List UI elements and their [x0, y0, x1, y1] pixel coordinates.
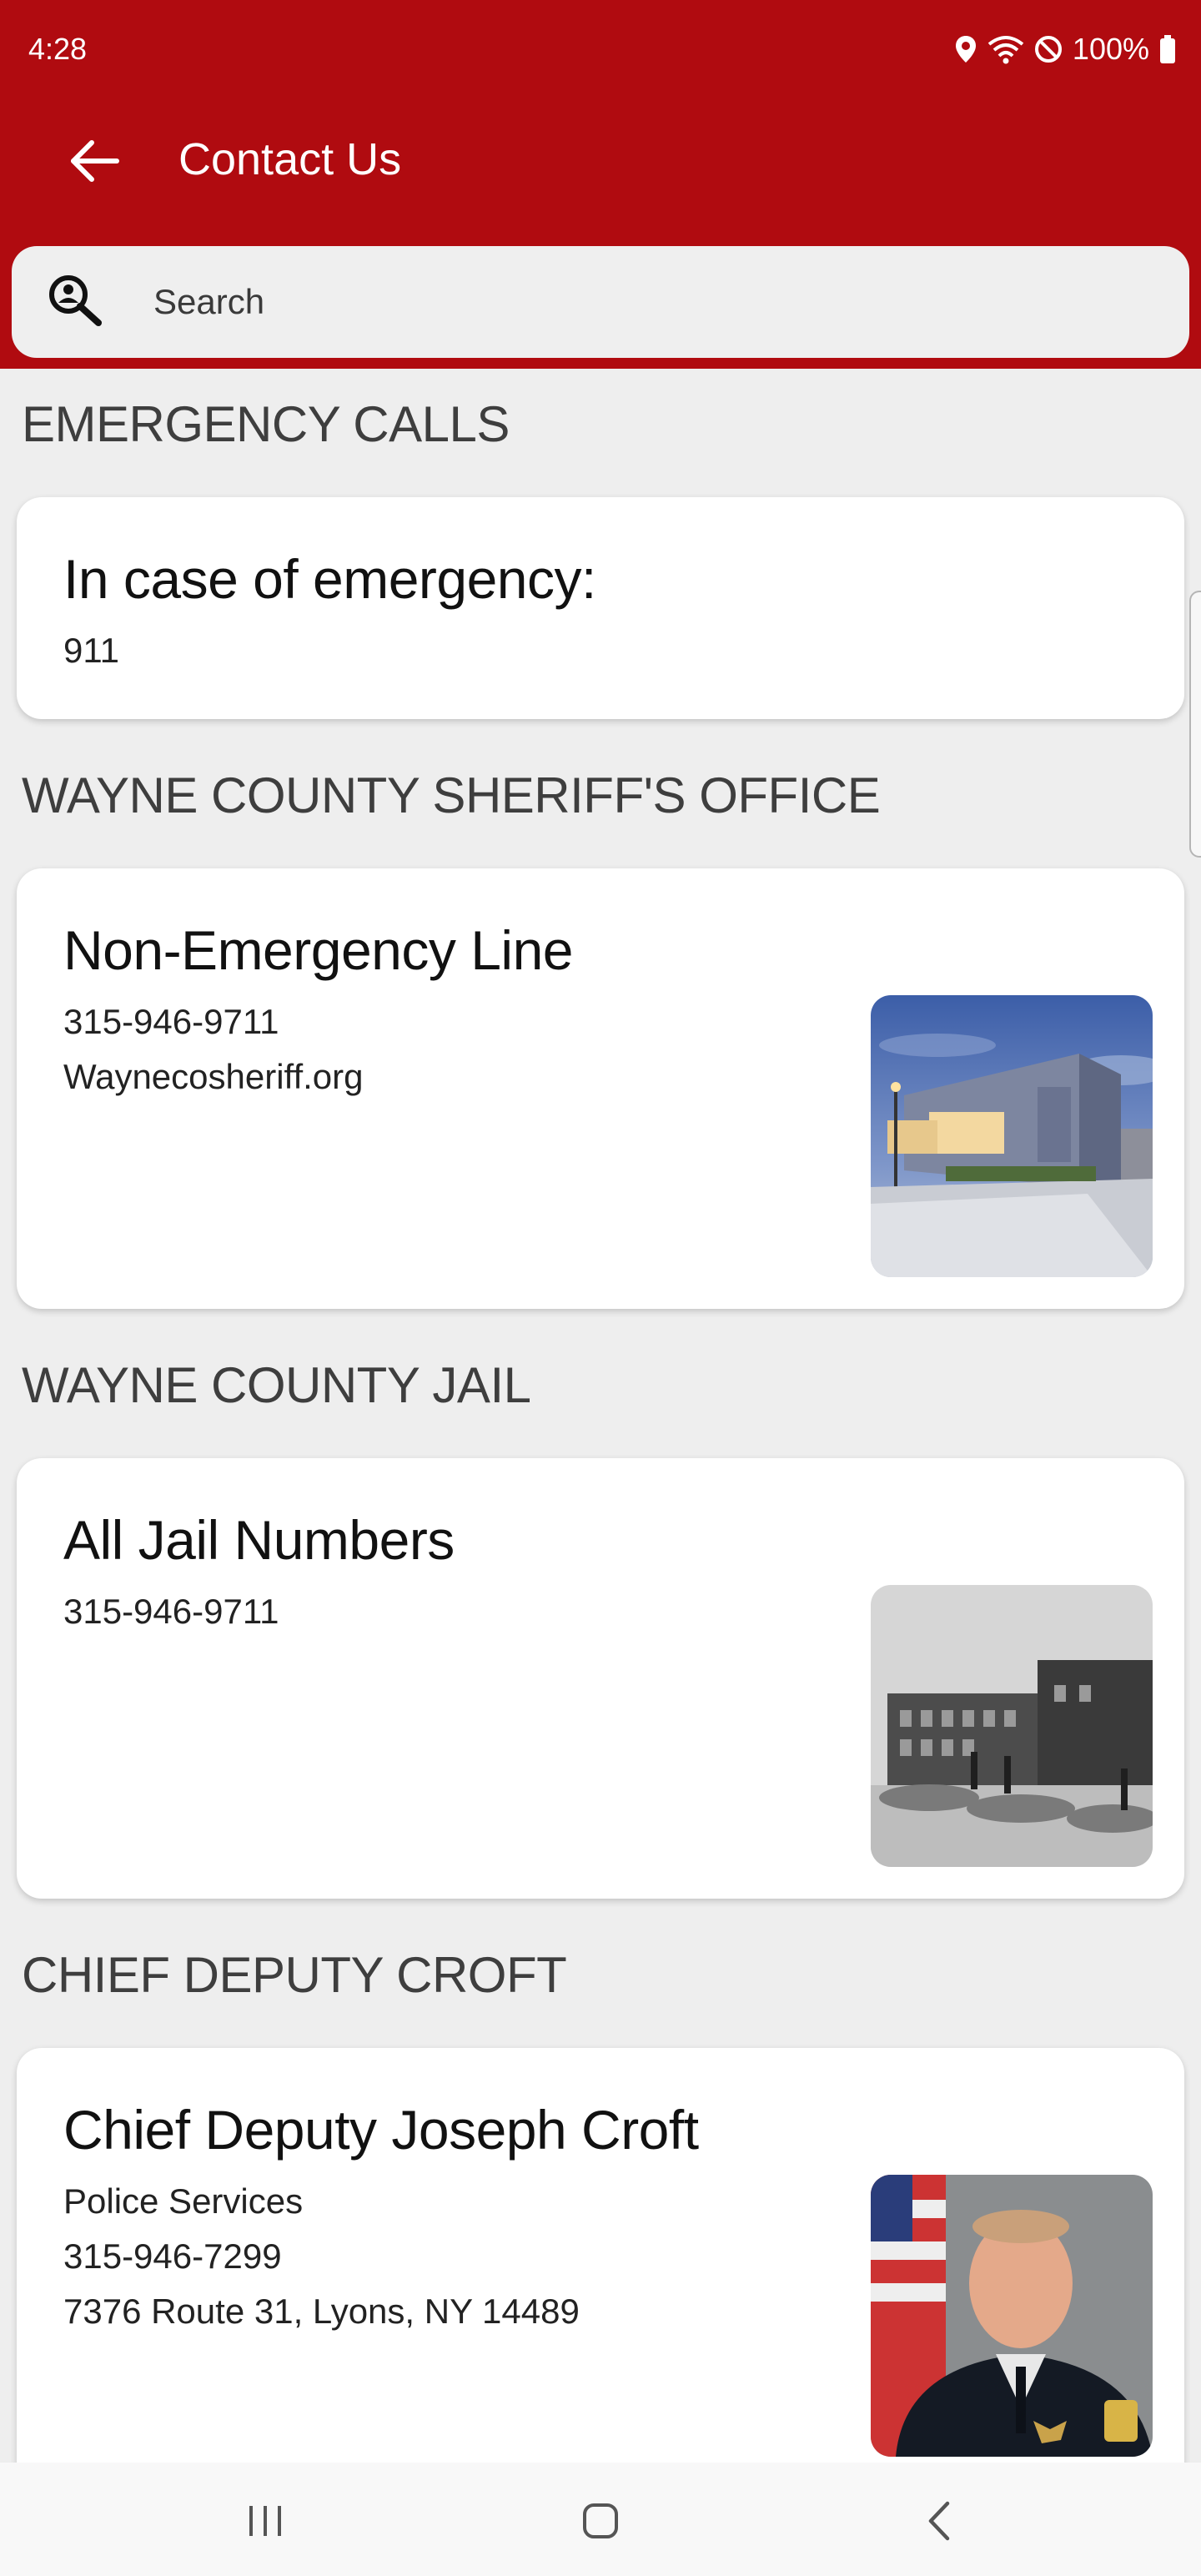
home-button[interactable] [567, 2496, 634, 2546]
search-person-icon [49, 275, 102, 326]
sheriff-office-building-photo [871, 995, 1153, 1277]
card-title: In case of emergency: [63, 548, 596, 610]
nav-back-button[interactable] [906, 2496, 972, 2546]
search-input[interactable] [153, 271, 1154, 333]
website-link[interactable]: Waynecosheriff.org [63, 1057, 364, 1097]
card-title: Non-Emergency Line [63, 919, 573, 981]
emergency-card[interactable]: In case of emergency: 911 [17, 497, 1184, 719]
phone-number[interactable]: 315-946-9711 [63, 1002, 279, 1042]
do-not-disturb-icon [1034, 36, 1062, 63]
arrow-left-icon [71, 140, 119, 182]
back-button[interactable] [57, 132, 132, 190]
phone-number[interactable]: 315-946-9711 [63, 1592, 279, 1632]
scroll-handle[interactable] [1189, 591, 1201, 858]
section-title-sheriff-office: WAYNE COUNTY SHERIFF'S OFFICE [22, 767, 881, 823]
card-title: Chief Deputy Joseph Croft [63, 2099, 699, 2161]
card-title: All Jail Numbers [63, 1509, 455, 1571]
wifi-icon [987, 36, 1024, 64]
section-title-jail: WAYNE COUNTY JAIL [22, 1357, 531, 1413]
system-nav-bar [0, 2463, 1201, 2576]
emergency-number[interactable]: 911 [63, 631, 119, 671]
chief-deputy-card[interactable]: Chief Deputy Joseph Croft Police Service… [17, 2048, 1184, 2498]
recent-apps-button[interactable] [232, 2496, 299, 2546]
back-icon [928, 2501, 950, 2541]
app-bar: Contact Us [0, 102, 1201, 219]
home-icon [583, 2503, 618, 2538]
chief-deputy-portrait [871, 2175, 1153, 2457]
search-bar[interactable] [12, 246, 1189, 358]
page-title: Contact Us [178, 134, 402, 184]
address[interactable]: 7376 Route 31, Lyons, NY 14489 [63, 2292, 580, 2332]
recent-apps-icon [249, 2506, 281, 2536]
section-title-chief-deputy: CHIEF DEPUTY CROFT [22, 1947, 567, 2003]
phone-number[interactable]: 315-946-7299 [63, 2236, 282, 2277]
section-title-emergency: EMERGENCY CALLS [22, 396, 510, 452]
battery-percent: 100% [1072, 32, 1149, 66]
status-bar: 4:28 100% [0, 0, 1201, 102]
status-icons: 100% [954, 32, 1176, 67]
jail-card[interactable]: All Jail Numbers 315-946-9711 [17, 1458, 1184, 1899]
status-time: 4:28 [28, 32, 88, 66]
location-icon [955, 36, 976, 63]
county-jail-historic-photo [871, 1585, 1153, 1867]
battery-icon [1160, 35, 1175, 63]
department-label: Police Services [63, 2181, 304, 2221]
app-header: 4:28 100% Contact Us Search [0, 0, 1201, 369]
sheriff-office-card[interactable]: Non-Emergency Line 315-946-9711 Waynecos… [17, 868, 1184, 1309]
